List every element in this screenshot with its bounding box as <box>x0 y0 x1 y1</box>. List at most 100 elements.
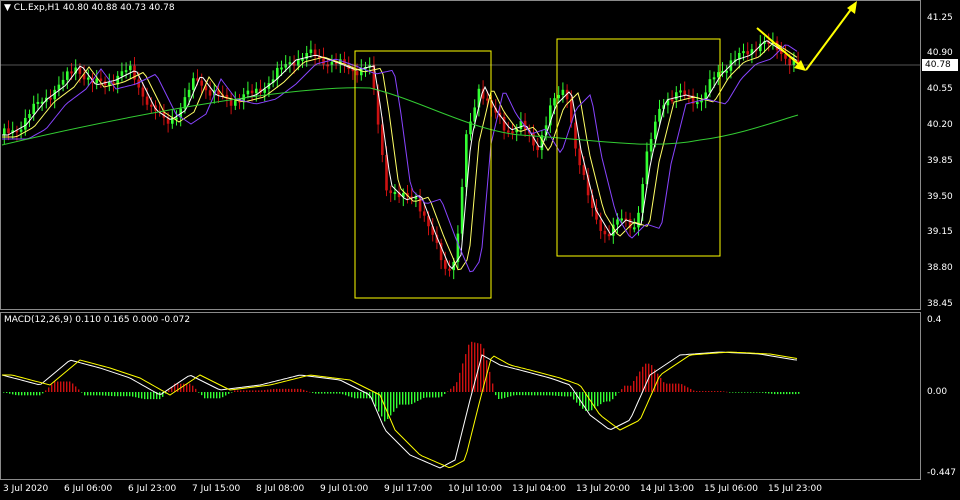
macd-histogram-bar <box>411 392 413 405</box>
candle-body <box>234 100 237 106</box>
macd-histogram-bar <box>243 390 245 392</box>
macd-histogram-bar <box>39 392 41 396</box>
candle-body <box>696 102 699 105</box>
macd-histogram-bar <box>771 392 773 394</box>
macd-histogram-bar <box>237 390 239 392</box>
candle-body <box>717 72 720 78</box>
macd-histogram-bar <box>669 383 671 392</box>
macd-histogram-bar <box>609 392 611 402</box>
candle-body <box>284 64 287 68</box>
macd-histogram-bar <box>471 341 473 392</box>
macd-histogram-bar <box>279 388 281 392</box>
macd-histogram-bar <box>102 392 104 396</box>
macd-histogram-bar <box>624 385 626 392</box>
candle-body <box>288 62 292 65</box>
price-tick: 40.90 <box>927 48 953 58</box>
macd-histogram-bar <box>744 392 746 393</box>
macd-histogram-bar <box>723 391 725 392</box>
time-tick: 15 Jul 23:00 <box>768 484 822 494</box>
macd-histogram-bar <box>600 392 602 405</box>
candle-body <box>389 190 392 194</box>
macd-tick: -0.447 <box>927 468 957 478</box>
macd-histogram-bar <box>756 392 758 393</box>
macd-histogram-bar <box>120 392 122 397</box>
triangle-down-icon[interactable]: ▼ <box>4 3 11 13</box>
candle-body <box>108 82 111 86</box>
macd-histogram-bar <box>519 392 521 396</box>
macd-histogram-bar <box>492 383 494 392</box>
macd-histogram-bar <box>570 392 572 397</box>
macd-histogram-bar <box>639 371 641 392</box>
macd-histogram-bar <box>303 389 305 392</box>
macd-histogram-bar <box>360 392 362 399</box>
macd-histogram-bar <box>444 392 446 394</box>
candle-body <box>599 219 602 231</box>
macd-histogram-bar <box>351 392 353 398</box>
candle-body <box>309 49 313 54</box>
candle-body <box>61 79 65 85</box>
candle-body <box>708 79 712 93</box>
macd-histogram-bar <box>666 383 668 392</box>
candle-body <box>511 131 514 134</box>
candle-body <box>250 90 254 94</box>
macd-histogram-bar <box>270 389 272 392</box>
macd-histogram-bar <box>462 363 464 392</box>
candle-body <box>192 78 195 90</box>
macd-histogram-bar <box>453 386 455 392</box>
macd-histogram-bar <box>183 383 185 392</box>
macd-histogram-bar <box>234 390 236 392</box>
macd-histogram-bar <box>414 392 416 403</box>
macd-histogram-bar <box>291 388 293 392</box>
symbol-label: CL.Exp,H1 <box>13 3 61 13</box>
candle-body <box>129 65 132 71</box>
chart-canvas[interactable] <box>0 0 960 500</box>
time-tick: 6 Jul 23:00 <box>128 484 177 494</box>
candle-body <box>742 51 745 54</box>
macd-histogram-bar <box>489 371 491 392</box>
macd-histogram-bar <box>546 392 548 396</box>
macd-histogram-bar <box>192 385 194 392</box>
macd-histogram-bar <box>33 392 35 396</box>
candle-body <box>607 234 611 237</box>
macd-histogram-bar <box>363 392 365 399</box>
candle-body <box>561 89 565 96</box>
macd-histogram-bar <box>213 392 215 399</box>
macd-histogram-bar <box>207 392 209 399</box>
candle-body <box>330 62 334 65</box>
macd-histogram-bar <box>9 392 11 394</box>
time-tick: 9 Jul 17:00 <box>384 484 433 494</box>
ohlc-values: 40.80 40.88 40.73 40.78 <box>62 3 175 13</box>
macd-histogram-bar <box>3 392 5 393</box>
macd-histogram-bar <box>285 388 287 392</box>
arrow-up-line <box>805 7 853 71</box>
macd-histogram-bar <box>423 392 425 398</box>
macd-histogram-bar <box>603 392 605 403</box>
candle-body <box>145 96 149 105</box>
macd-histogram-bar <box>651 365 653 392</box>
price-tick: 38.80 <box>927 263 953 273</box>
macd-histogram-bar <box>147 392 149 400</box>
macd-histogram-bar <box>321 392 323 394</box>
macd-histogram-bar <box>525 392 527 396</box>
candle-body <box>255 88 258 94</box>
macd-histogram-bar <box>15 392 17 396</box>
macd-histogram-bar <box>300 388 302 392</box>
macd-histogram-bar <box>798 392 800 394</box>
candle-body <box>507 130 510 133</box>
macd-histogram-bar <box>432 392 434 398</box>
macd-histogram-bar <box>168 390 170 392</box>
macd-histogram-bar <box>108 392 110 396</box>
candle-body <box>187 89 191 98</box>
macd-histogram-bar <box>330 392 332 394</box>
macd-histogram-bar <box>582 392 584 409</box>
macd-histogram-bar <box>480 343 482 392</box>
macd-histogram-bar <box>504 392 506 398</box>
macd-histogram-bar <box>231 392 233 393</box>
macd-histogram-bar <box>522 392 524 396</box>
macd-histogram-bar <box>99 392 101 396</box>
macd-histogram-bar <box>153 392 155 400</box>
macd-tick: 0.4 <box>927 315 942 325</box>
macd-histogram-bar <box>333 392 335 394</box>
macd-histogram-bar <box>498 392 500 399</box>
macd-histogram-bar <box>699 391 701 392</box>
